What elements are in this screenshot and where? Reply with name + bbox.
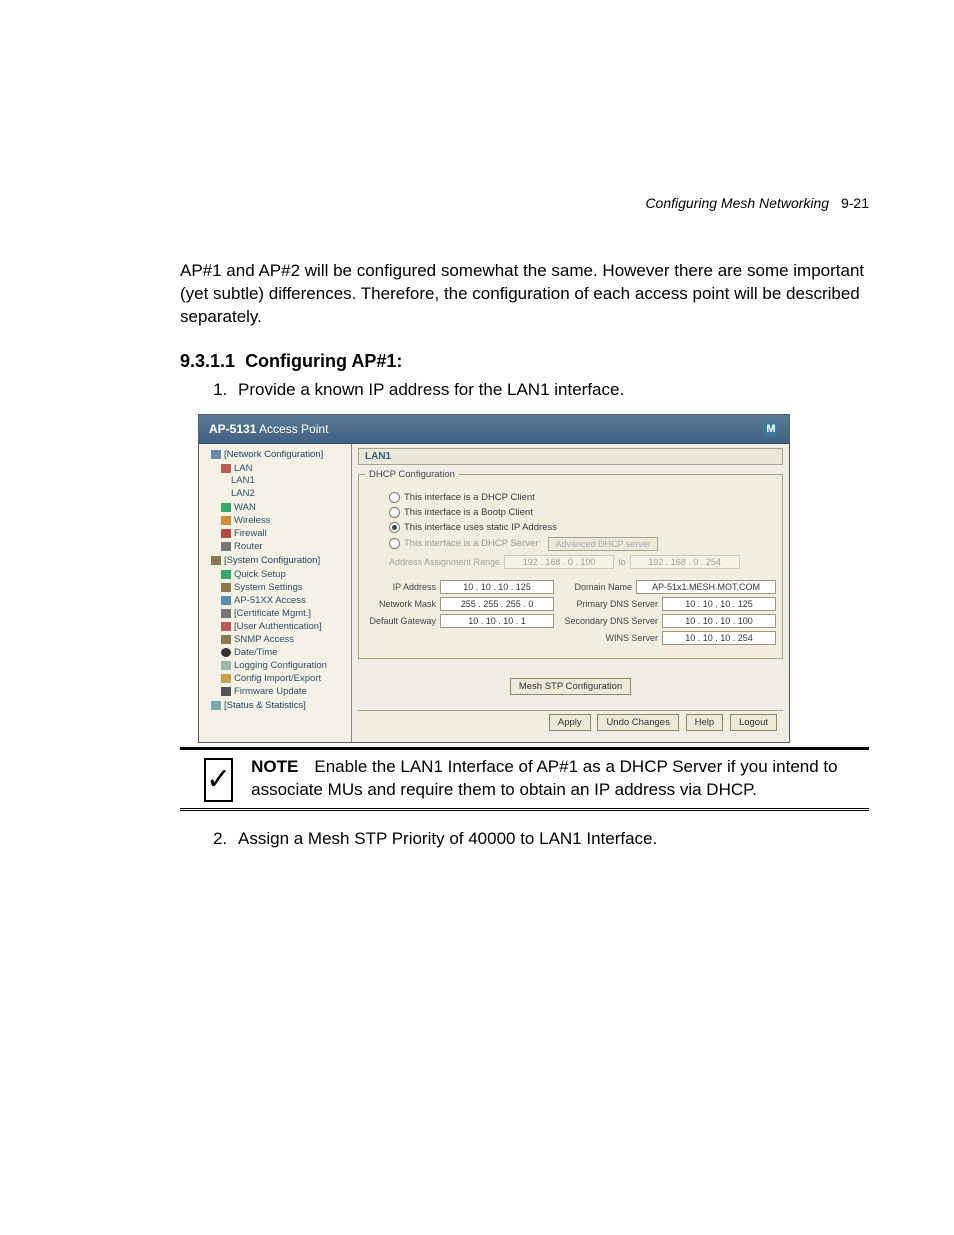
radio-bootp-client[interactable]: This interface is a Bootp Client — [389, 507, 776, 518]
radio-dhcp-server[interactable]: This interface is a DHCP Server Advanced… — [389, 537, 776, 551]
note-text: Enable the LAN1 Interface of AP#1 as a D… — [251, 757, 837, 799]
radio-static-ip[interactable]: This interface uses static IP Address — [389, 522, 776, 533]
tree-firewall[interactable]: Firewall — [221, 527, 349, 540]
undo-changes-button[interactable]: Undo Changes — [597, 714, 678, 731]
tree-user-auth[interactable]: [User Authentication] — [221, 620, 349, 633]
radio-dhcp-client[interactable]: This interface is a DHCP Client — [389, 492, 776, 503]
secondary-dns-input[interactable]: 10 . 10 . 10 . 100 — [662, 614, 776, 628]
tree-wan[interactable]: WAN — [221, 501, 349, 514]
domain-name-input[interactable]: AP-51x1.MESH.MOT.COM — [636, 580, 776, 594]
tree-quick-setup[interactable]: Quick Setup — [221, 568, 349, 581]
network-mask-input[interactable]: 255 . 255 . 255 . 0 — [440, 597, 554, 611]
note-label: NOTE — [251, 757, 298, 776]
nav-tree[interactable]: [Network Configuration] LAN LAN1 LAN2 WA… — [199, 444, 352, 742]
wins-server-input[interactable]: 10 . 10 . 10 . 254 — [662, 631, 776, 645]
step-list-2: Assign a Mesh STP Priority of 40000 to L… — [180, 829, 869, 849]
bottom-button-bar: Apply Undo Changes Help Logout — [358, 710, 783, 734]
header-page: 9-21 — [841, 195, 869, 211]
logout-button[interactable]: Logout — [730, 714, 777, 731]
app-title-bar: AP-5131 Access Point M — [199, 415, 789, 444]
tree-lan2[interactable]: LAN2 — [231, 487, 349, 500]
primary-dns-input[interactable]: 10 . 10 . 10 . 125 — [662, 597, 776, 611]
tree-datetime[interactable]: Date/Time — [221, 646, 349, 659]
dhcp-config-group: DHCP Configuration This interface is a D… — [358, 469, 783, 659]
range-from-input[interactable]: 192 . 168 . 0 . 100 — [504, 555, 614, 569]
tree-cert-mgmt[interactable]: [Certificate Mgmt.] — [221, 607, 349, 620]
panel-heading: LAN1 — [358, 448, 783, 465]
tree-firmware[interactable]: Firmware Update — [221, 685, 349, 698]
tree-lan1[interactable]: LAN1 — [231, 474, 349, 487]
tree-logging[interactable]: Logging Configuration — [221, 659, 349, 672]
apply-button[interactable]: Apply — [549, 714, 591, 731]
range-to-input[interactable]: 192 . 168 . 0 . 254 — [630, 555, 740, 569]
tree-snmp[interactable]: SNMP Access — [221, 633, 349, 646]
tree-router[interactable]: Router — [221, 540, 349, 553]
tree-config-ie[interactable]: Config Import/Export — [221, 672, 349, 685]
tree-system-config[interactable]: [System Configuration] — [211, 554, 349, 567]
address-range-row: Address Assignment Range 192 . 168 . 0 .… — [389, 555, 776, 569]
tree-lan[interactable]: LAN LAN1 LAN2 — [221, 462, 349, 501]
page-header: Configuring Mesh Networking 9-21 — [645, 195, 869, 211]
tree-system-settings[interactable]: System Settings — [221, 581, 349, 594]
motorola-logo-icon: M — [763, 421, 779, 437]
section-heading: 9.3.1.1 Configuring AP#1: — [180, 351, 869, 372]
header-section: Configuring Mesh Networking — [645, 195, 829, 211]
step-2: Assign a Mesh STP Priority of 40000 to L… — [232, 829, 869, 849]
mesh-stp-config-button[interactable]: Mesh STP Configuration — [510, 678, 631, 695]
tree-ap-access[interactable]: AP-51XX Access — [221, 594, 349, 607]
note-block: ✓ NOTEEnable the LAN1 Interface of AP#1 … — [180, 747, 869, 811]
tree-status-stats[interactable]: [Status & Statistics] — [211, 699, 349, 712]
default-gateway-input[interactable]: 10 . 10 . 10 . 1 — [440, 614, 554, 628]
tree-network-config[interactable]: [Network Configuration] — [211, 448, 349, 461]
tree-wireless[interactable]: Wireless — [221, 514, 349, 527]
help-button[interactable]: Help — [686, 714, 724, 731]
ip-address-input[interactable]: 10 . 10 . 10 . 125 — [440, 580, 554, 594]
check-icon: ✓ — [204, 758, 233, 802]
dhcp-legend: DHCP Configuration — [365, 469, 459, 480]
step-list-1: Provide a known IP address for the LAN1 … — [180, 380, 869, 400]
config-screenshot: AP-5131 Access Point M [Network Configur… — [198, 414, 790, 743]
advanced-dhcp-button[interactable]: Advanced DHCP server — [548, 537, 657, 551]
step-1: Provide a known IP address for the LAN1 … — [232, 380, 869, 400]
intro-paragraph: AP#1 and AP#2 will be configured somewha… — [180, 260, 869, 329]
